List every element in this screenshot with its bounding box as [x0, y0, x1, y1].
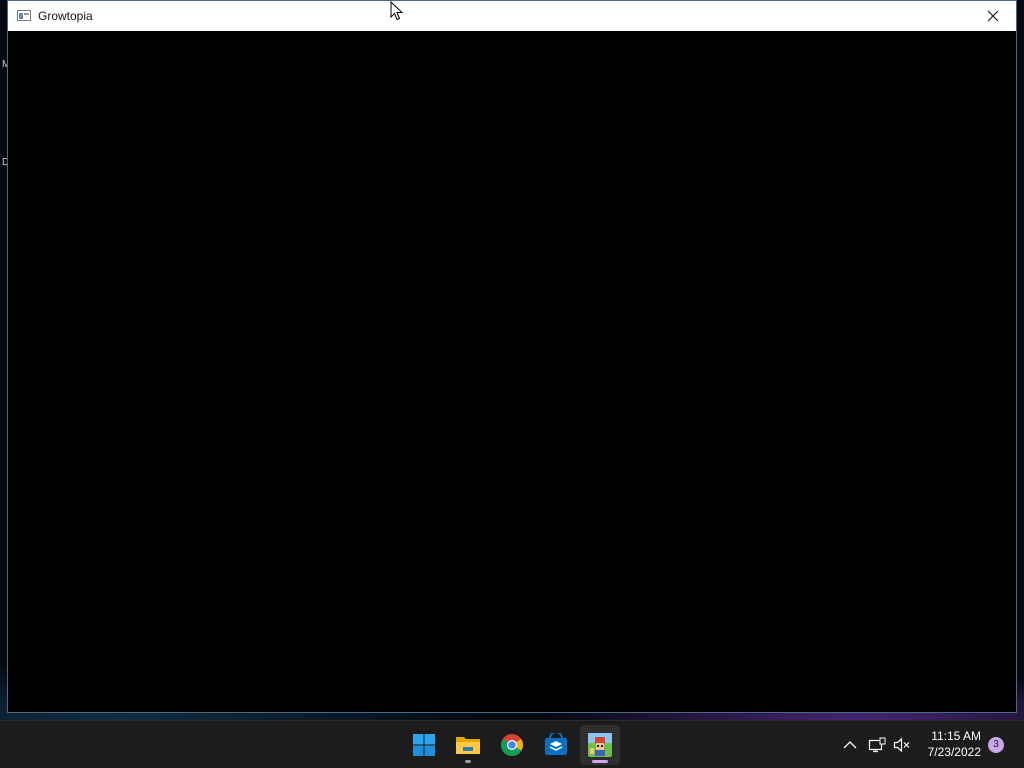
start-button[interactable]: [404, 725, 444, 765]
close-button[interactable]: [970, 1, 1016, 31]
notification-badge[interactable]: 3: [988, 737, 1004, 753]
taskbar-store[interactable]: [536, 725, 576, 765]
mouse-cursor-icon: [390, 1, 403, 21]
chevron-up-icon: [843, 741, 857, 749]
taskbar-chrome[interactable]: [492, 725, 532, 765]
growtopia-icon: [588, 733, 612, 757]
clock-time: 11:15 AM: [931, 729, 981, 743]
game-viewport[interactable]: [8, 31, 1016, 712]
growtopia-window: Growtopia: [7, 0, 1017, 713]
close-icon: [987, 10, 999, 22]
running-indicator: [592, 760, 608, 763]
window-title: Growtopia: [38, 9, 93, 23]
window-app-icon[interactable]: [17, 10, 31, 21]
chrome-icon: [501, 734, 523, 756]
taskbar: 11:15 AM 7/23/2022 3: [0, 720, 1024, 768]
network-button[interactable]: [866, 735, 888, 755]
clock-date: 7/23/2022: [927, 745, 981, 759]
taskbar-file-explorer[interactable]: [448, 725, 488, 765]
folder-icon: [456, 737, 480, 754]
windows-start-icon: [413, 734, 435, 756]
network-icon: [868, 737, 886, 753]
store-icon: [545, 733, 567, 755]
window-titlebar[interactable]: Growtopia: [8, 1, 1016, 31]
taskbar-growtopia[interactable]: [580, 725, 620, 765]
volume-muted-icon: [893, 737, 910, 753]
taskbar-clock[interactable]: 11:15 AM 7/23/2022: [911, 728, 981, 760]
running-indicator: [465, 760, 471, 763]
show-hidden-icons-button[interactable]: [840, 735, 860, 755]
